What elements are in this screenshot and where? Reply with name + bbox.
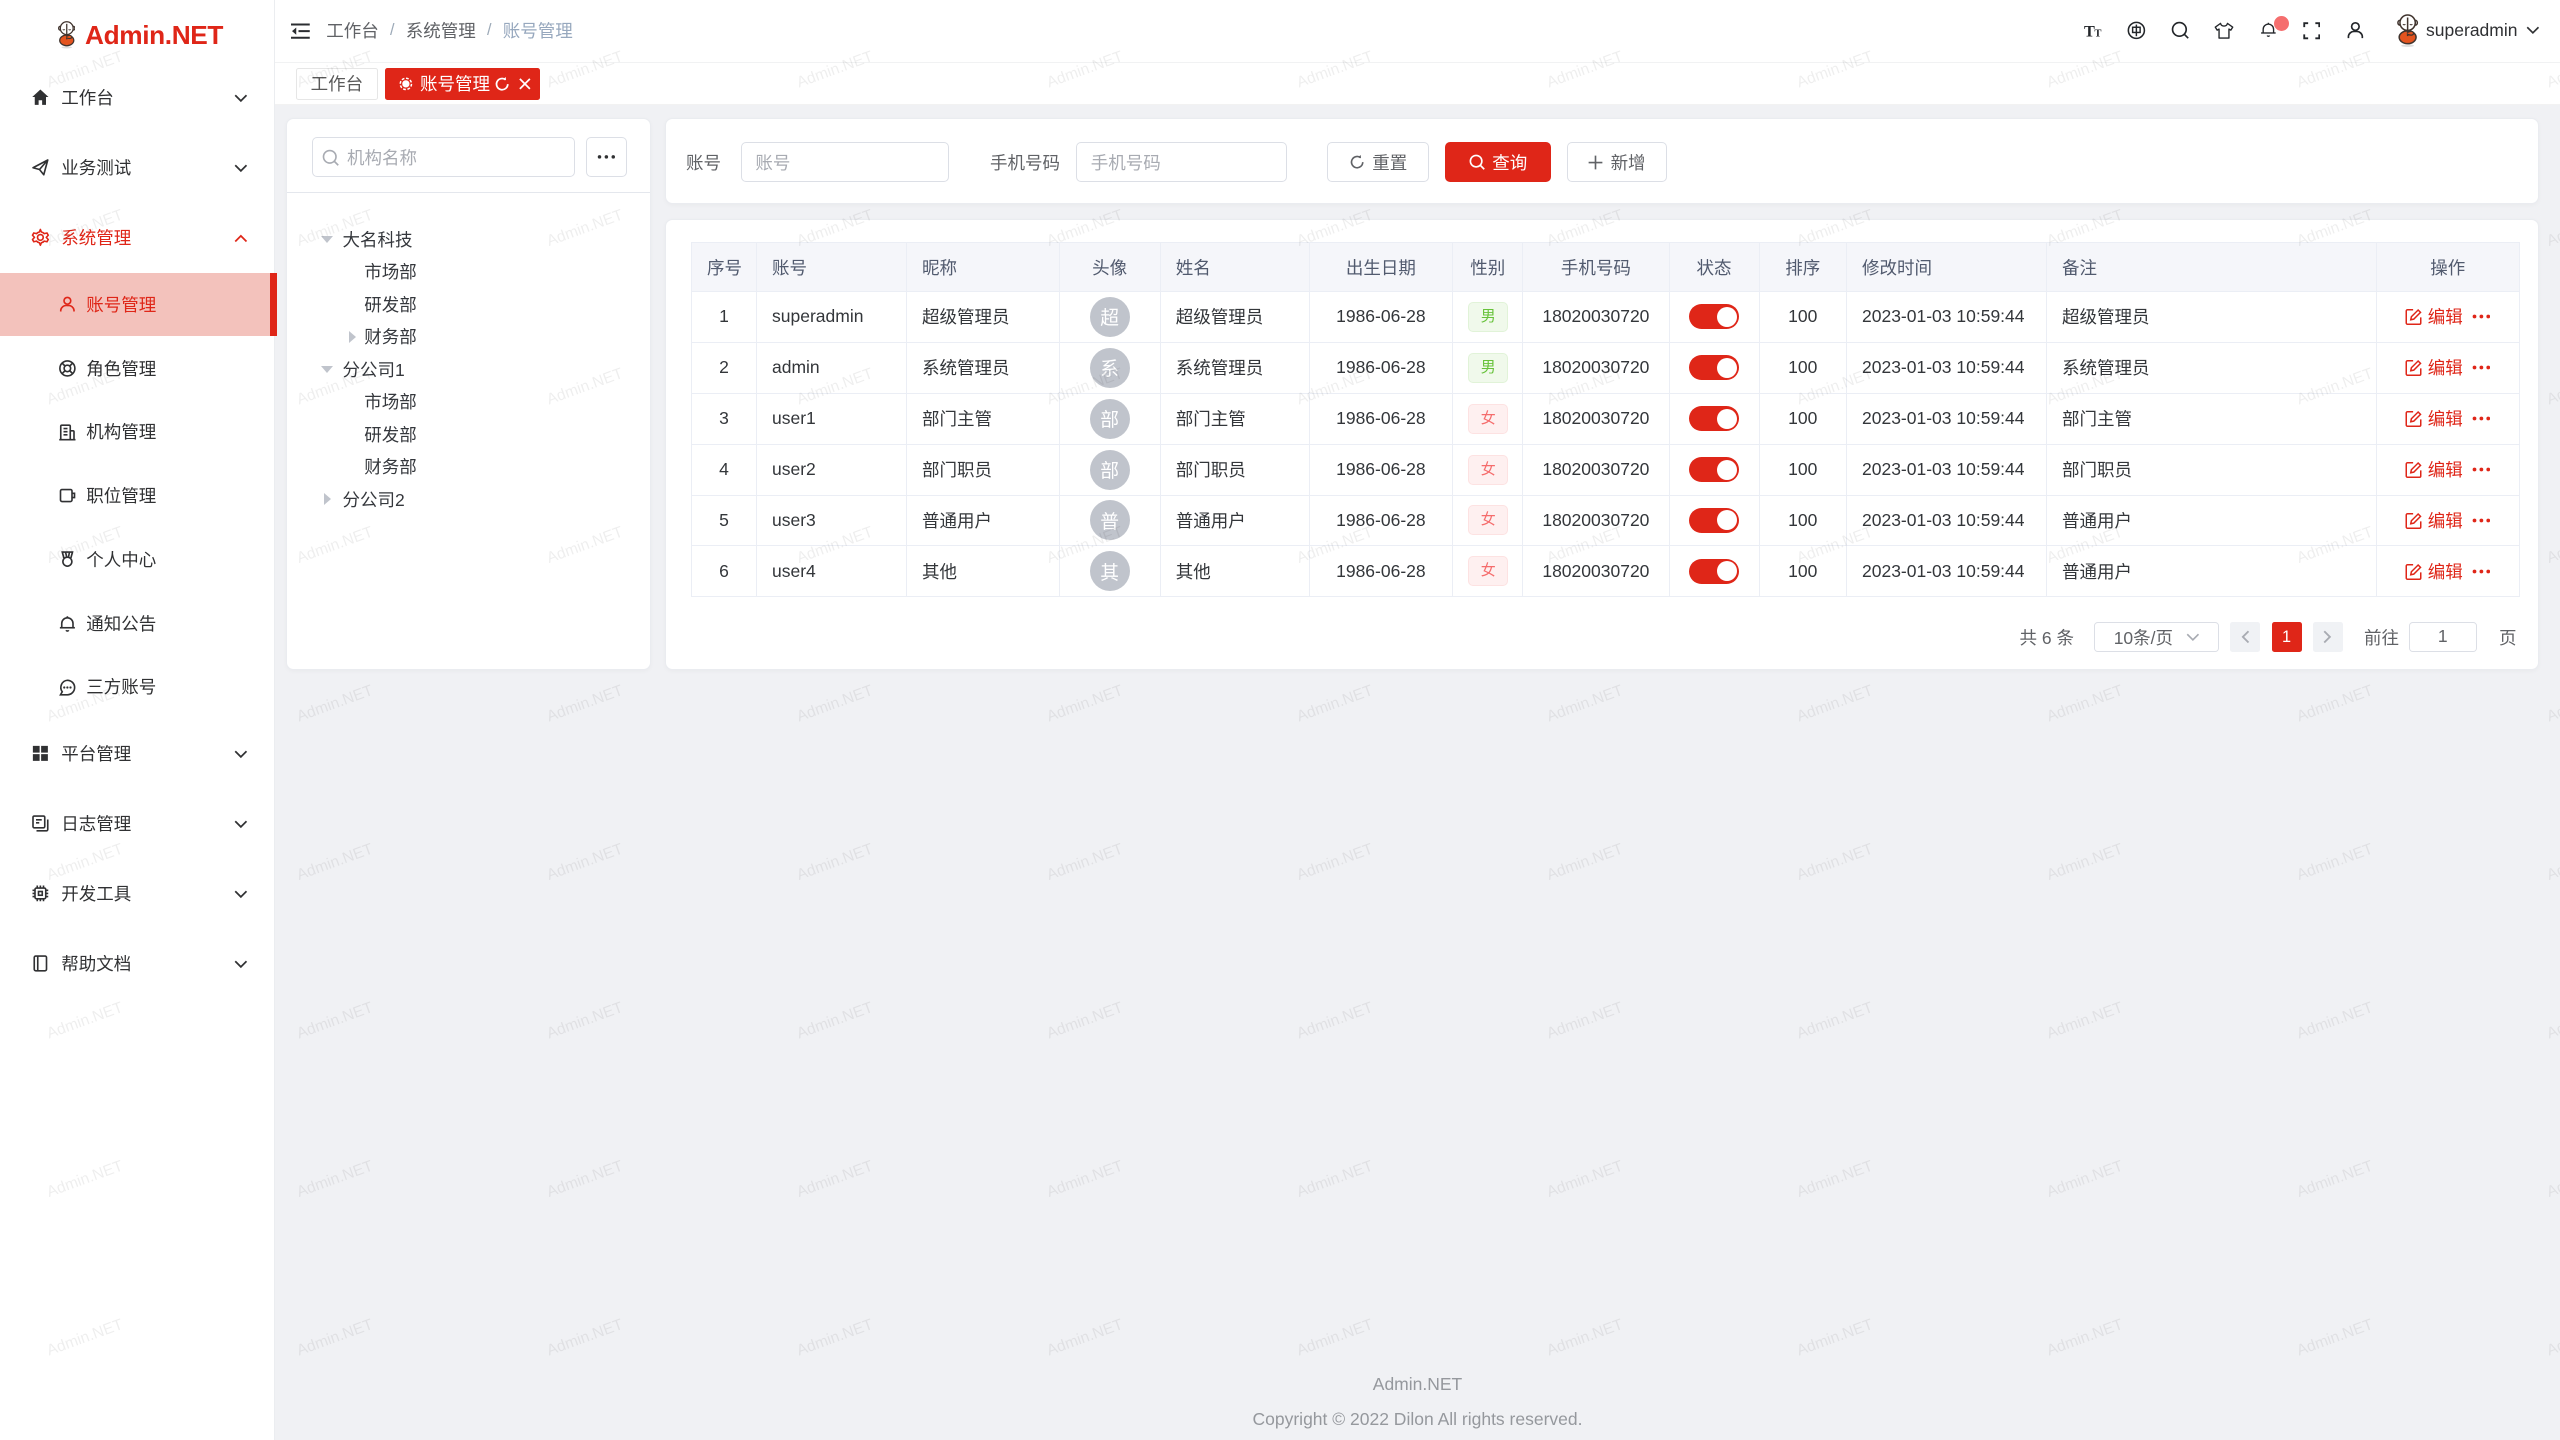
svg-text:T: T xyxy=(2094,29,2101,40)
svg-text:T: T xyxy=(2084,22,2095,39)
